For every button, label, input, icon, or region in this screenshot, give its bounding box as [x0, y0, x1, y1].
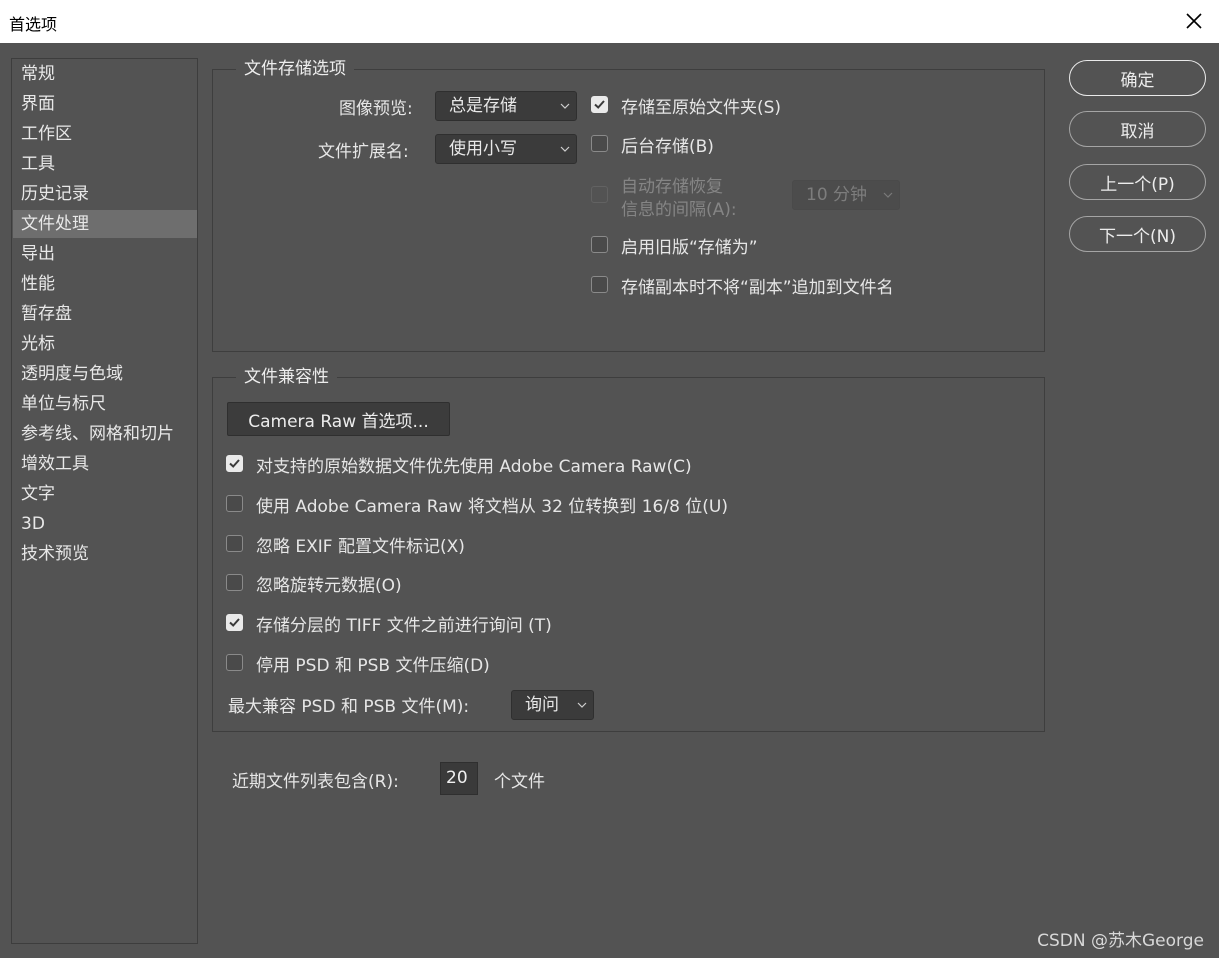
chevron-down-icon	[560, 146, 570, 152]
ask-tiff-label: 存储分层的 TIFF 文件之前进行询问 (T)	[256, 616, 552, 636]
next-button[interactable]: 下一个(N)	[1069, 216, 1206, 252]
no-copy-suffix-checkbox[interactable]	[591, 276, 608, 293]
sidebar-item-file-handling[interactable]: 文件处理	[13, 210, 197, 238]
image-preview-value: 总是存储	[449, 96, 517, 116]
save-options-title: 文件存储选项	[236, 58, 354, 80]
acr-convert-label: 使用 Adobe Camera Raw 将文档从 32 位转换到 16/8 位(…	[256, 497, 728, 517]
sidebar-item-plugins[interactable]: 增效工具	[13, 450, 197, 478]
sidebar-item-units-rulers[interactable]: 单位与标尺	[13, 390, 197, 418]
sidebar-item-3d[interactable]: 3D	[13, 510, 197, 538]
sidebar-item-scratch-disks[interactable]: 暂存盘	[13, 300, 197, 328]
sidebar-item-export[interactable]: 导出	[13, 240, 197, 268]
no-copy-suffix-label: 存储副本时不将“副本”追加到文件名	[621, 278, 894, 298]
ignore-exif-checkbox[interactable]	[226, 535, 243, 552]
autosave-interval-value: 10 分钟	[806, 185, 868, 205]
extension-select[interactable]: 使用小写	[435, 134, 577, 164]
check-icon	[229, 459, 240, 468]
max-compat-value: 询问	[525, 695, 559, 715]
disable-compression-label: 停用 PSD 和 PSB 文件压缩(D)	[256, 656, 490, 676]
autosave-label-line1: 自动存储恢复	[621, 177, 723, 197]
max-compat-select[interactable]: 询问	[511, 690, 594, 720]
check-icon	[594, 100, 605, 109]
sidebar-item-transparency[interactable]: 透明度与色域	[13, 360, 197, 388]
sidebar-item-tech-preview[interactable]: 技术预览	[13, 540, 197, 568]
sidebar-item-guides-grid[interactable]: 参考线、网格和切片	[13, 420, 197, 448]
ask-tiff-checkbox[interactable]	[226, 614, 243, 631]
chevron-down-icon	[883, 192, 893, 198]
sidebar-item-performance[interactable]: 性能	[13, 270, 197, 298]
close-icon[interactable]	[1177, 5, 1211, 37]
prev-button[interactable]: 上一个(P)	[1069, 164, 1206, 200]
ignore-rotation-label: 忽略旋转元数据(O)	[256, 576, 402, 596]
prefer-acr-label: 对支持的原始数据文件优先使用 Adobe Camera Raw(C)	[256, 457, 692, 477]
disable-compression-checkbox[interactable]	[226, 654, 243, 671]
autosave-label-line2: 信息的间隔(A):	[621, 200, 737, 220]
background-save-checkbox[interactable]	[591, 135, 608, 152]
image-preview-select[interactable]: 总是存储	[435, 91, 577, 121]
recent-files-input[interactable]: 20	[440, 762, 478, 795]
sidebar-item-interface[interactable]: 界面	[13, 90, 197, 118]
window-title: 首选项	[9, 15, 58, 34]
legacy-save-as-checkbox[interactable]	[591, 236, 608, 253]
sidebar-item-general[interactable]: 常规	[13, 60, 197, 88]
chevron-down-icon	[560, 103, 570, 109]
sidebar-item-workspace[interactable]: 工作区	[13, 120, 197, 148]
compatibility-title: 文件兼容性	[236, 366, 337, 388]
recent-files-suffix: 个文件	[494, 772, 545, 792]
title-bar: 首选项	[0, 0, 1219, 43]
sidebar-item-type[interactable]: 文字	[13, 480, 197, 508]
ok-button[interactable]: 确定	[1069, 60, 1206, 96]
sidebar-item-tools[interactable]: 工具	[13, 150, 197, 178]
autosave-interval-select[interactable]: 10 分钟	[792, 180, 900, 210]
ignore-exif-label: 忽略 EXIF 配置文件标记(X)	[256, 537, 465, 557]
autosave-checkbox[interactable]	[591, 186, 608, 203]
camera-raw-prefs-button[interactable]: Camera Raw 首选项...	[227, 402, 450, 436]
ignore-rotation-checkbox[interactable]	[226, 574, 243, 591]
legacy-save-as-label: 启用旧版“存储为”	[621, 238, 758, 258]
sidebar: 常规 界面 工作区 工具 历史记录 文件处理 导出 性能 暂存盘 光标 透明度与…	[11, 58, 198, 944]
max-compat-label: 最大兼容 PSD 和 PSB 文件(M):	[228, 697, 470, 717]
prefer-acr-checkbox[interactable]	[226, 455, 243, 472]
save-to-original-checkbox[interactable]	[591, 96, 608, 113]
image-preview-label: 图像预览:	[339, 99, 413, 119]
watermark: CSDN @苏木George	[1037, 931, 1204, 951]
check-icon	[229, 618, 240, 627]
background-save-label: 后台存储(B)	[621, 137, 714, 157]
extension-value: 使用小写	[449, 139, 517, 159]
chevron-down-icon	[577, 702, 587, 708]
sidebar-item-cursors[interactable]: 光标	[13, 330, 197, 358]
acr-convert-checkbox[interactable]	[226, 495, 243, 512]
recent-files-label: 近期文件列表包含(R):	[232, 772, 399, 792]
save-to-original-label: 存储至原始文件夹(S)	[621, 98, 782, 118]
extension-label: 文件扩展名:	[318, 142, 409, 162]
sidebar-item-history[interactable]: 历史记录	[13, 180, 197, 208]
cancel-button[interactable]: 取消	[1069, 111, 1206, 147]
